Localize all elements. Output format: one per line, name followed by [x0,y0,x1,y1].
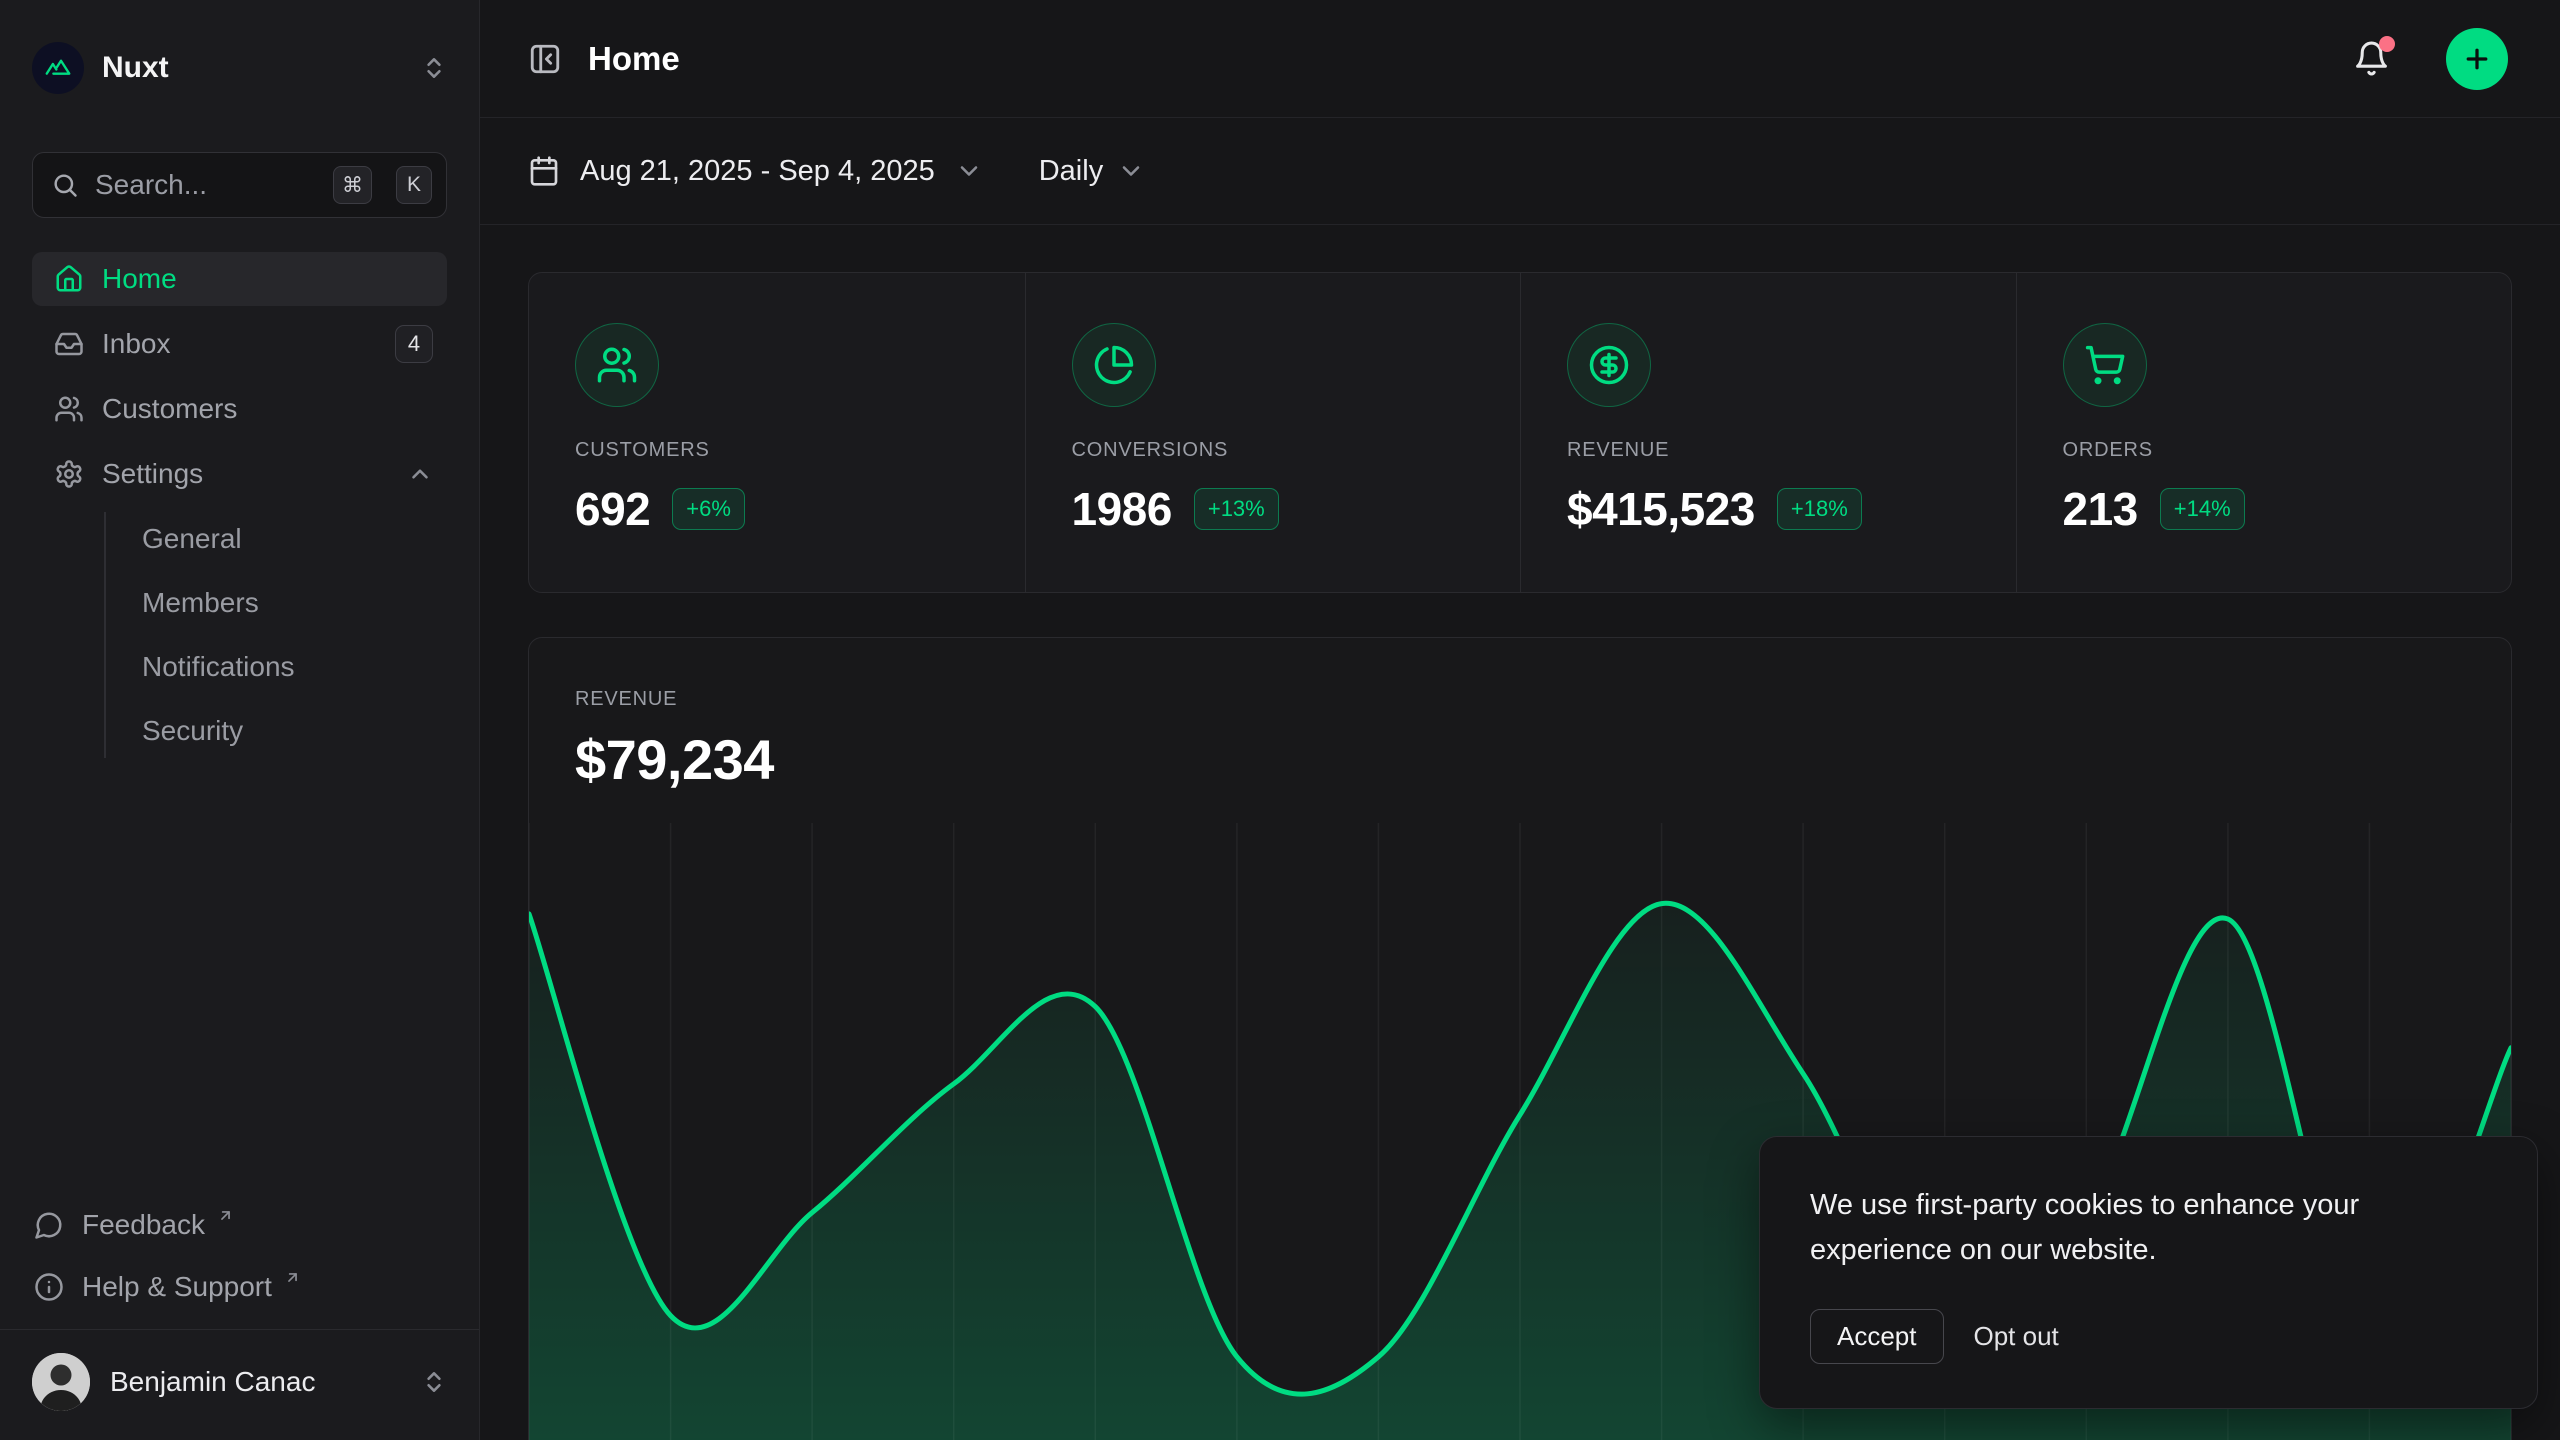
users-icon [575,323,659,407]
cookie-message: We use first-party cookies to enhance yo… [1810,1183,2490,1273]
sidebar-item-settings[interactable]: Settings [32,447,447,501]
chevrons-up-down-icon [421,1369,447,1395]
search-placeholder: Search... [95,169,317,201]
sidebar-item-members[interactable]: Members [138,576,447,630]
search-input[interactable]: Search... ⌘ K [32,152,447,218]
stat-card-customers[interactable]: CUSTOMERS 692 +6% [529,273,1025,592]
main-panel: Home Aug 21, 2025 - Sep 4, 2025 [480,0,2560,1440]
workspace-name: Nuxt [102,51,403,85]
cookie-banner: We use first-party cookies to enhance yo… [1759,1136,2538,1409]
sidebar-item-label: Inbox [102,328,377,360]
sidebar-footer: Feedback Help & Support [32,1197,447,1440]
stats-row: CUSTOMERS 692 +6% CONVERSIONS 1986 +13% [528,272,2512,593]
panel-left-close-icon[interactable] [528,42,562,76]
external-link-icon [284,1269,301,1286]
stat-delta-badge: +18% [1777,488,1862,530]
stat-delta-badge: +14% [2160,488,2245,530]
stat-label: CONVERSIONS [1072,439,1475,462]
kbd-k: K [396,166,432,204]
pie-chart-icon [1072,323,1156,407]
stat-card-conversions[interactable]: CONVERSIONS 1986 +13% [1025,273,1521,592]
info-circle-icon [34,1272,64,1302]
page-title: Home [588,40,2327,78]
filters-toolbar: Aug 21, 2025 - Sep 4, 2025 Daily [480,118,2560,225]
granularity-value: Daily [1039,155,1103,188]
sidebar-item-security[interactable]: Security [138,704,447,758]
sidebar: Nuxt Search... ⌘ K Home [0,0,480,1440]
cart-icon [2063,323,2147,407]
workspace-switcher[interactable]: Nuxt [32,36,447,100]
sidebar-item-customers[interactable]: Customers [32,382,447,436]
help-support-link[interactable]: Help & Support [32,1259,447,1315]
chart-label: REVENUE [575,688,2465,711]
feedback-link[interactable]: Feedback [32,1197,447,1253]
notifications-button[interactable] [2353,40,2390,77]
footer-link-label: Help & Support [82,1271,272,1303]
stat-label: REVENUE [1567,439,1970,462]
sidebar-item-label: Settings [102,458,389,490]
user-name: Benjamin Canac [110,1366,401,1398]
dollar-circle-icon [1567,323,1651,407]
chevron-down-icon [955,157,983,185]
stat-delta-badge: +13% [1194,488,1279,530]
stat-value: 213 [2063,482,2138,536]
chevrons-up-down-icon [421,55,447,81]
plus-icon [2462,44,2492,74]
external-link-icon [217,1207,234,1224]
sidebar-item-label: Customers [102,393,433,425]
stat-value: 692 [575,482,650,536]
chevron-up-icon [407,461,433,487]
opt-out-button[interactable]: Opt out [1974,1321,2059,1352]
chart-total-value: $79,234 [575,727,2465,792]
stat-delta-badge: +6% [672,488,745,530]
calendar-icon [528,155,560,187]
sidebar-item-home[interactable]: Home [32,252,447,306]
notification-dot [2379,36,2395,52]
sidebar-item-general[interactable]: General [138,512,447,566]
accept-button[interactable]: Accept [1810,1309,1944,1364]
stat-label: CUSTOMERS [575,439,979,462]
users-icon [54,394,84,424]
home-icon [54,264,84,294]
stat-value: 1986 [1072,482,1172,536]
stat-label: ORDERS [2063,439,2466,462]
gear-icon [54,459,84,489]
settings-subnav: General Members Notifications Security [104,512,447,758]
nuxt-logo-icon [32,42,84,94]
chevron-down-icon [1117,157,1145,185]
stat-card-revenue[interactable]: REVENUE $415,523 +18% [1520,273,2016,592]
date-range-picker[interactable]: Aug 21, 2025 - Sep 4, 2025 [528,155,983,188]
sidebar-item-label: Home [102,263,433,295]
footer-link-label: Feedback [82,1209,205,1241]
stat-card-orders[interactable]: ORDERS 213 +14% [2016,273,2512,592]
stat-value: $415,523 [1567,482,1755,536]
inbox-count-badge: 4 [395,325,433,363]
sidebar-item-notifications[interactable]: Notifications [138,640,447,694]
sidebar-nav: Home Inbox 4 Customers [32,252,447,1197]
message-circle-icon [34,1210,64,1240]
kbd-cmd: ⌘ [333,166,372,204]
avatar [32,1353,90,1411]
user-menu[interactable]: Benjamin Canac [32,1330,447,1434]
granularity-select[interactable]: Daily [1039,155,1145,188]
search-icon [51,171,79,199]
add-button[interactable] [2446,28,2508,90]
sidebar-item-inbox[interactable]: Inbox 4 [32,317,447,371]
date-range-value: Aug 21, 2025 - Sep 4, 2025 [580,155,935,188]
page-header: Home [480,0,2560,118]
inbox-icon [54,329,84,359]
